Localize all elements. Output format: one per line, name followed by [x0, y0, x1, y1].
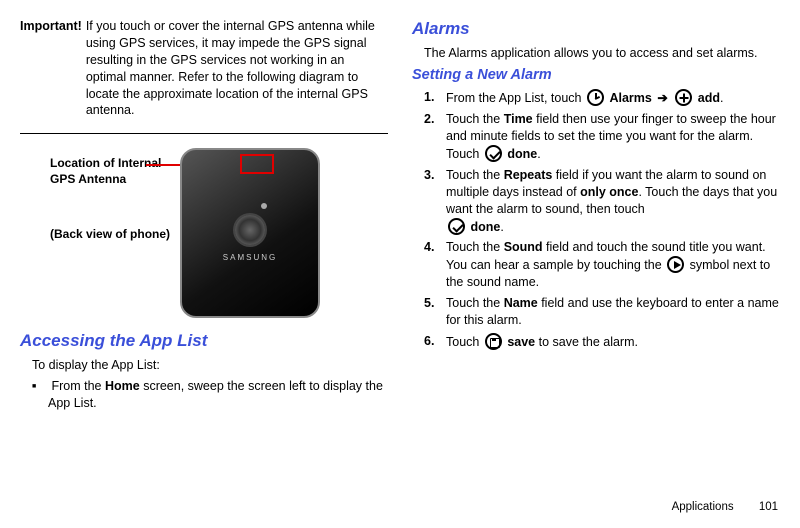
phone-illustration: SAMSUNG: [180, 148, 320, 318]
step2-end: .: [537, 147, 540, 161]
step-2: Touch the Time field then use your finge…: [446, 111, 780, 163]
save-icon: [485, 333, 502, 350]
important-text: If you touch or cover the internal GPS a…: [86, 18, 388, 119]
app-list-bullets: From the Home screen, sweep the screen l…: [48, 378, 388, 412]
step3-onlyonce-label: only once: [580, 185, 638, 199]
heading-setting-new-alarm: Setting a New Alarm: [412, 66, 780, 86]
bullet-home-label: Home: [105, 379, 140, 393]
diagram-label-antenna: Location of Internal GPS Antenna: [50, 156, 180, 187]
alarms-intro: The Alarms application allows you to acc…: [424, 45, 780, 62]
step3-text1: Touch the: [446, 168, 504, 182]
step1-end: .: [720, 91, 723, 105]
play-icon: [667, 256, 684, 273]
step-5: Touch the Name field and use the keyboar…: [446, 295, 780, 329]
manual-page: Important! If you touch or cover the int…: [0, 0, 800, 412]
gps-antenna-diagram: Location of Internal GPS Antenna (Back v…: [20, 148, 388, 318]
step3-repeats-label: Repeats: [504, 168, 553, 182]
step4-text1: Touch the: [446, 240, 504, 254]
camera-flash-icon: [261, 203, 267, 209]
step1-text: From the App List, touch: [446, 91, 585, 105]
arrow-icon: ➔: [657, 91, 667, 105]
step-4: Touch the Sound field and touch the soun…: [446, 239, 780, 291]
alarm-steps: From the App List, touch Alarms ➔ add. T…: [446, 89, 780, 350]
phone-back: SAMSUNG: [180, 148, 320, 318]
left-column: Important! If you touch or cover the int…: [20, 18, 388, 412]
app-list-bullet: From the Home screen, sweep the screen l…: [48, 378, 388, 412]
step2-done-label: done: [507, 147, 537, 161]
bullet-text-pre: From the: [51, 379, 105, 393]
done-icon: [448, 218, 465, 235]
done-icon: [485, 145, 502, 162]
heading-accessing-app-list: Accessing the App List: [20, 330, 388, 353]
step3-done-label: done: [470, 220, 500, 234]
step1-add-label: add: [698, 91, 720, 105]
alarms-icon: [587, 89, 604, 106]
right-column: Alarms The Alarms application allows you…: [412, 18, 780, 412]
step-6: Touch save to save the alarm.: [446, 333, 780, 351]
heading-alarms: Alarms: [412, 18, 780, 41]
diagram-labels: Location of Internal GPS Antenna (Back v…: [50, 148, 180, 243]
step3-end: .: [500, 220, 503, 234]
diagram-label-backview: (Back view of phone): [50, 227, 180, 243]
step1-alarms-label: Alarms: [609, 91, 651, 105]
footer-section-label: Applications: [672, 501, 734, 513]
footer-page-number: 101: [759, 501, 778, 513]
step6-save-label: save: [507, 335, 535, 349]
step2-text1: Touch the: [446, 112, 504, 126]
step2-time-label: Time: [504, 112, 533, 126]
add-icon: [675, 89, 692, 106]
step4-sound-label: Sound: [504, 240, 543, 254]
step6-text2: to save the alarm.: [535, 335, 638, 349]
step-1: From the App List, touch Alarms ➔ add.: [446, 89, 780, 107]
step5-name-label: Name: [504, 296, 538, 310]
step5-text1: Touch the: [446, 296, 504, 310]
step6-text1: Touch: [446, 335, 483, 349]
important-label: Important!: [20, 18, 86, 119]
app-list-intro: To display the App List:: [32, 357, 388, 374]
page-footer: Applications 101: [672, 500, 778, 516]
step-3: Touch the Repeats field if you want the …: [446, 167, 780, 236]
important-note: Important! If you touch or cover the int…: [20, 18, 388, 119]
phone-brand-label: SAMSUNG: [223, 253, 277, 264]
divider: [20, 133, 388, 134]
